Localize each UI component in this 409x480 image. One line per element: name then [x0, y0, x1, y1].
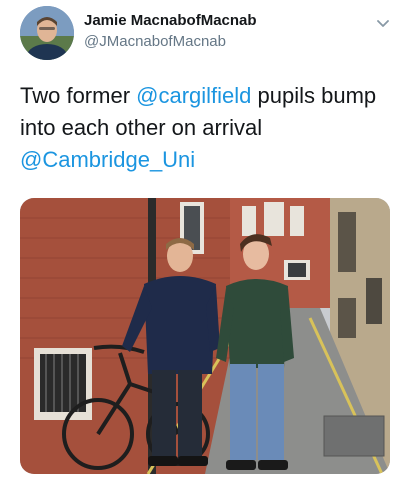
person-avatar-icon — [20, 6, 74, 60]
tweet-photo[interactable] — [20, 198, 390, 474]
mention-cargilfield-link[interactable]: @cargilfield — [136, 83, 251, 108]
tweet-card: Jamie MacnabofMacnab @JMacnabofMacnab Tw… — [0, 0, 409, 480]
tweet-text: Two former @cargilfield pupils bump into… — [20, 80, 400, 176]
author-avatar[interactable] — [20, 6, 74, 60]
author-handle[interactable]: @JMacnabofMacnab — [84, 33, 226, 50]
mention-cambridge-uni-link[interactable]: @Cambridge_Uni — [20, 147, 195, 172]
tweet-text-before: Two former — [20, 83, 137, 108]
photo-illustration — [20, 198, 390, 474]
author-display-name[interactable]: Jamie MacnabofMacnab — [84, 12, 257, 29]
chevron-down-icon[interactable] — [374, 14, 392, 32]
